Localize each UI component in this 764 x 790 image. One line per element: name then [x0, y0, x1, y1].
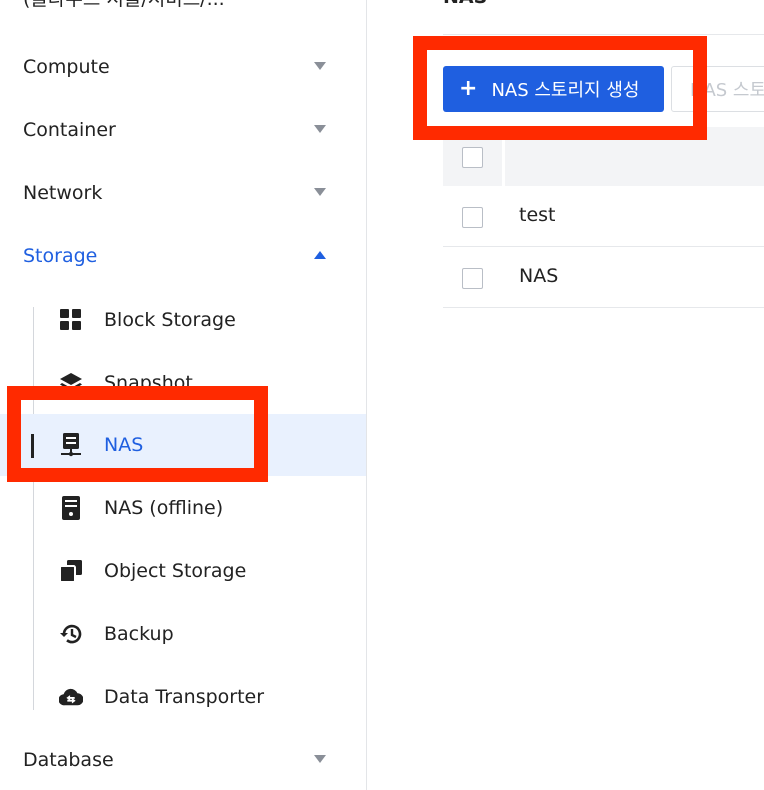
sidebar-item-label: Backup — [104, 623, 174, 645]
sidebar-item-data-transporter[interactable]: Data Transporter — [0, 666, 366, 728]
category-label: Compute — [23, 56, 110, 78]
row-name: NAS — [519, 265, 559, 287]
sidebar-category-container[interactable]: Container — [0, 110, 366, 150]
object-storage-icon — [59, 559, 83, 583]
row-checkbox[interactable] — [462, 268, 483, 289]
sidebar-item-label: Object Storage — [104, 560, 247, 582]
sidebar-category-database[interactable]: Database — [0, 740, 366, 780]
chevron-up-icon — [314, 251, 326, 259]
history-icon — [59, 622, 83, 646]
sidebar-item-object-storage[interactable]: Object Storage — [0, 540, 366, 602]
category-label: Storage — [23, 245, 98, 267]
chevron-down-icon — [314, 62, 326, 70]
chevron-down-icon — [314, 125, 326, 133]
grid-icon — [59, 308, 83, 332]
sidebar-item-block-storage[interactable]: Block Storage — [0, 289, 366, 351]
table-row[interactable]: test — [443, 186, 764, 247]
category-label: Network — [23, 182, 103, 204]
sidebar-category-compute[interactable]: Compute — [0, 47, 366, 87]
select-all-checkbox[interactable] — [462, 147, 483, 168]
sidebar-category-storage[interactable]: Storage — [0, 236, 366, 276]
divider — [443, 34, 764, 35]
chevron-down-icon — [314, 188, 326, 196]
row-name: test — [519, 204, 556, 226]
page-title: NAS — [443, 0, 487, 8]
sidebar-item-label: Data Transporter — [104, 686, 265, 708]
highlight-box-nas-item — [7, 386, 268, 482]
sidebar-item-label: NAS (offline) — [104, 497, 224, 519]
sidebar-header-text: (클라우드 서울/서비스/... — [23, 0, 323, 11]
server-icon — [59, 496, 83, 520]
sidebar-item-backup[interactable]: Backup — [0, 603, 366, 665]
category-label: Database — [23, 749, 114, 771]
category-label: Container — [23, 119, 116, 141]
sidebar-item-label: Block Storage — [104, 309, 236, 331]
highlight-box-create-button — [413, 36, 707, 140]
sidebar-category-network[interactable]: Network — [0, 173, 366, 213]
chevron-down-icon — [314, 755, 326, 763]
table-row[interactable]: NAS — [443, 247, 764, 308]
cloud-sync-icon — [59, 685, 83, 709]
sidebar-item-nas-offline[interactable]: NAS (offline) — [0, 477, 366, 539]
row-checkbox[interactable] — [462, 207, 483, 228]
